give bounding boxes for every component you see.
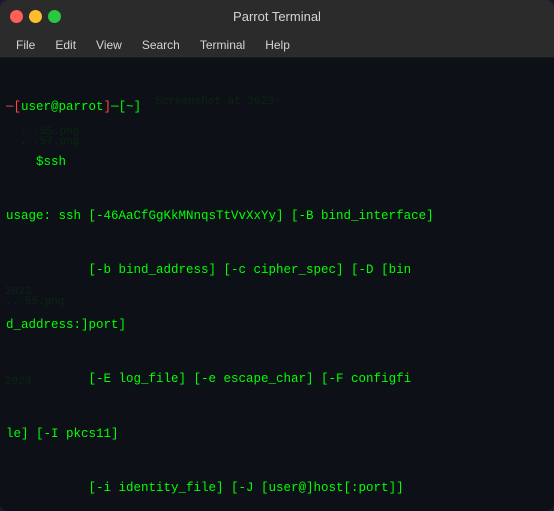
minimize-button[interactable] (29, 10, 42, 23)
menu-terminal[interactable]: Terminal (192, 36, 253, 54)
menu-edit[interactable]: Edit (47, 36, 84, 54)
prompt-line-1: ─[user@parrot]─[~] (6, 98, 548, 116)
menu-search[interactable]: Search (134, 36, 188, 54)
terminal-output: ─[user@parrot]─[~] $ssh usage: ssh [-46A… (6, 62, 548, 511)
menu-file[interactable]: File (8, 36, 43, 54)
menu-help[interactable]: Help (257, 36, 298, 54)
output-line-3b: le] [-I pkcs11] (6, 425, 548, 443)
output-line-1: usage: ssh [-46AaCfGgKkMNnqsTtVvXxYy] [-… (6, 207, 548, 225)
window-controls (10, 10, 61, 23)
output-line-4: [-i identity_file] [-J [user@]host[:port… (6, 479, 548, 497)
terminal-window: Parrot Terminal File Edit View Search Te… (0, 0, 554, 511)
window-title: Parrot Terminal (233, 9, 321, 24)
output-line-2b: d_address:]port] (6, 316, 548, 334)
output-line-3: [-E log_file] [-e escape_char] [-F confi… (6, 370, 548, 388)
menu-view[interactable]: View (88, 36, 130, 54)
close-button[interactable] (10, 10, 23, 23)
bracket-left: [ (14, 98, 22, 116)
username: user@parrot (21, 98, 104, 116)
bracket-right: ] (104, 98, 112, 116)
prompt-dir: ─[~] (111, 98, 141, 116)
bracket-open: ─ (6, 98, 14, 116)
menubar: File Edit View Search Terminal Help (0, 32, 554, 58)
maximize-button[interactable] (48, 10, 61, 23)
output-line-2: [-b bind_address] [-c cipher_spec] [-D [… (6, 261, 548, 279)
terminal-body[interactable]: ─[user@parrot]─[~] $ssh usage: ssh [-46A… (0, 58, 554, 511)
cmd-line-1: $ssh (6, 153, 548, 171)
titlebar: Parrot Terminal (0, 0, 554, 32)
